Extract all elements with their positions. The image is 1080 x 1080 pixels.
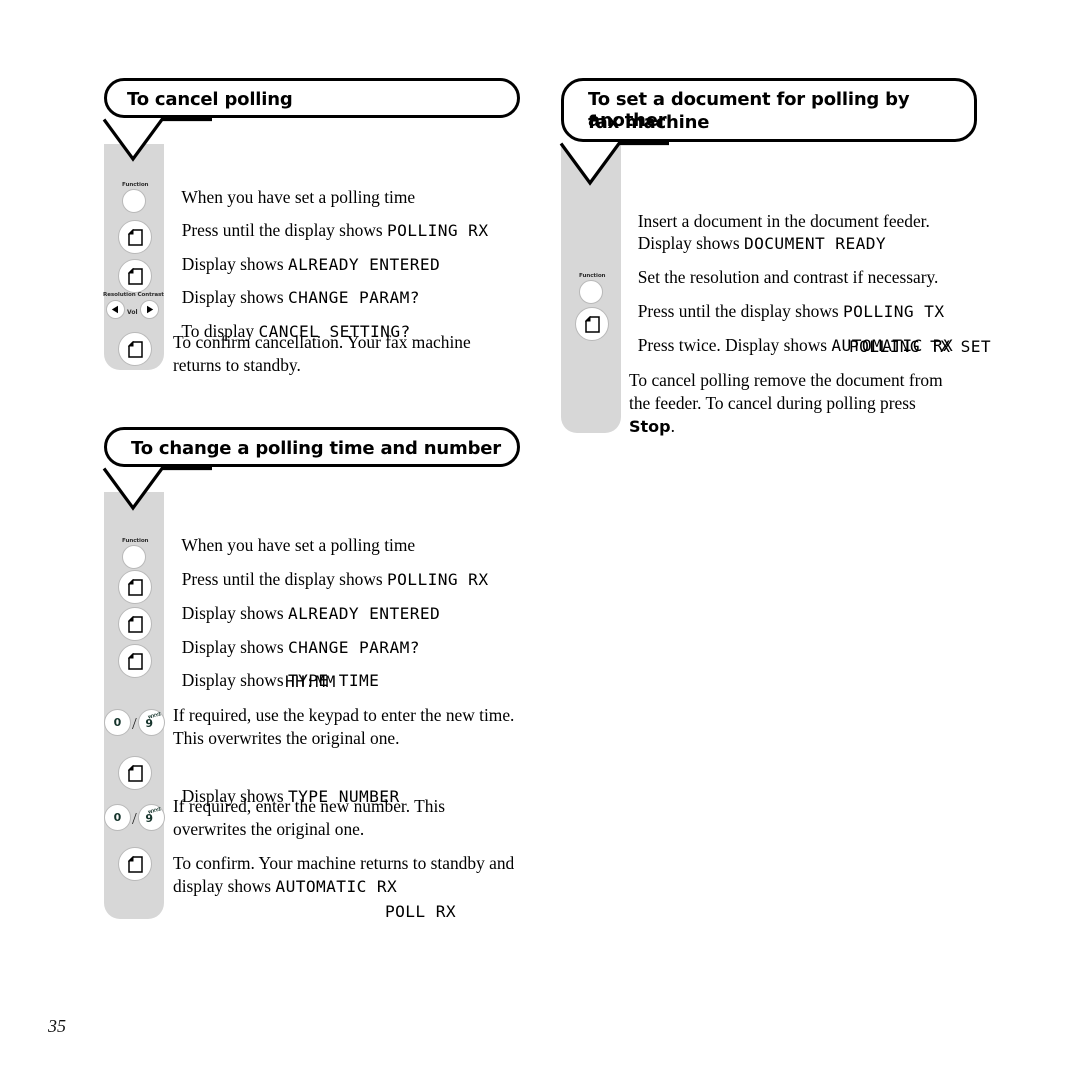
page-button-2c[interactable]: [118, 644, 152, 678]
key-9-label: 9: [145, 717, 154, 730]
contrast-right-button[interactable]: [139, 300, 159, 319]
step-text-value: Display shows: [181, 670, 288, 690]
page-button-2a[interactable]: [118, 570, 152, 604]
page-button-3a[interactable]: [575, 307, 609, 341]
triangle-right-icon: [146, 305, 153, 314]
key-0-button[interactable]: 0: [104, 709, 131, 736]
page-icon: [127, 267, 143, 285]
step-text: To cancel polling remove the document fr…: [629, 369, 959, 438]
page-icon: [127, 578, 143, 596]
triangle-left-icon: [111, 305, 118, 314]
step-text-tail: .: [670, 416, 675, 436]
step-text: Display shows TYPE TIME: [173, 646, 379, 692]
step-text: If required, use the keypad to enter the…: [173, 704, 523, 750]
step-text: If required, enter the new number. This …: [173, 795, 513, 841]
function-button-label: Function: [579, 273, 606, 279]
page-icon: [127, 764, 143, 782]
step-text: To confirm cancellation. Your fax machin…: [173, 331, 518, 377]
keypad-slash: /: [132, 809, 137, 828]
resolution-left-button[interactable]: [106, 300, 125, 319]
keypad-0-9-row-a[interactable]: 0 / 9 WXYZ: [104, 709, 165, 736]
key-9-letters: WXYZ: [147, 711, 162, 720]
resolution-vol-contrast-row[interactable]: Resolution Vol Contrast: [103, 292, 164, 319]
function-button-2[interactable]: Function: [122, 538, 149, 569]
page-icon: [127, 615, 143, 633]
page-button-2b[interactable]: [118, 607, 152, 641]
key-9-label: 9: [145, 812, 154, 825]
key-0-button[interactable]: 0: [104, 804, 131, 831]
page-icon: [127, 340, 143, 358]
page-button-1b[interactable]: [118, 259, 152, 293]
step-text-value: Press twice. Display shows: [637, 335, 832, 355]
function-button-label: Function: [122, 538, 149, 544]
keypad-0-9-row-b[interactable]: 0 / 9 WXYZ: [104, 804, 165, 831]
resolution-label: Resolution: [103, 292, 136, 298]
contrast-label: Contrast: [137, 292, 164, 298]
key-0-label: 0: [113, 811, 122, 824]
page-button-2e[interactable]: [118, 847, 152, 881]
keypad-slash: /: [132, 714, 137, 733]
stop-key-label: Stop: [629, 417, 671, 436]
step-text-value: If required, use the keypad to enter the…: [173, 705, 515, 748]
lcd-display-text-secondary: POLL RX: [385, 902, 457, 921]
page-icon: [127, 228, 143, 246]
function-button-1[interactable]: Function: [122, 182, 149, 213]
function-button-3[interactable]: Function: [579, 273, 606, 304]
step-text-value: To cancel polling remove the document fr…: [629, 370, 943, 413]
page-icon: [127, 652, 143, 670]
section-title-change-polling: To change a polling time and number: [131, 438, 501, 459]
bubble-tail-set-document: [559, 141, 669, 186]
page-icon: [584, 315, 600, 333]
key-9-button[interactable]: 9 WXYZ: [137, 709, 165, 736]
section-heading-set-document: To set a document for polling by another…: [561, 78, 977, 142]
lcd-display-text-secondary: POLLING TX SET: [849, 337, 992, 356]
lcd-display-text: AUTOMATIC RX: [275, 877, 398, 896]
key-9-letters: WXYZ: [147, 806, 162, 815]
bubble-tail-change-polling: [102, 466, 212, 511]
key-0-label: 0: [113, 716, 122, 729]
page-button-2d[interactable]: [118, 756, 152, 790]
page-icon: [127, 855, 143, 873]
bubble-tail-cancel-polling: [102, 117, 212, 162]
lcd-display-text-secondary: HH:MM: [285, 672, 336, 691]
page-number: 35: [48, 1016, 66, 1036]
page-button-1a[interactable]: [118, 220, 152, 254]
section-title-set-document-line2: fax machine: [588, 112, 710, 133]
page-button-1c[interactable]: [118, 332, 152, 366]
step-text-value: If required, enter the new number. This …: [173, 796, 446, 839]
key-9-button[interactable]: 9 WXYZ: [137, 804, 165, 831]
function-button-label: Function: [122, 182, 149, 188]
step-text: To confirm. Your machine returns to stan…: [173, 852, 523, 898]
step-text-value: To confirm cancellation. Your fax machin…: [173, 332, 471, 375]
vol-label: Vol: [127, 309, 138, 316]
section-title-cancel-polling: To cancel polling: [127, 89, 293, 110]
